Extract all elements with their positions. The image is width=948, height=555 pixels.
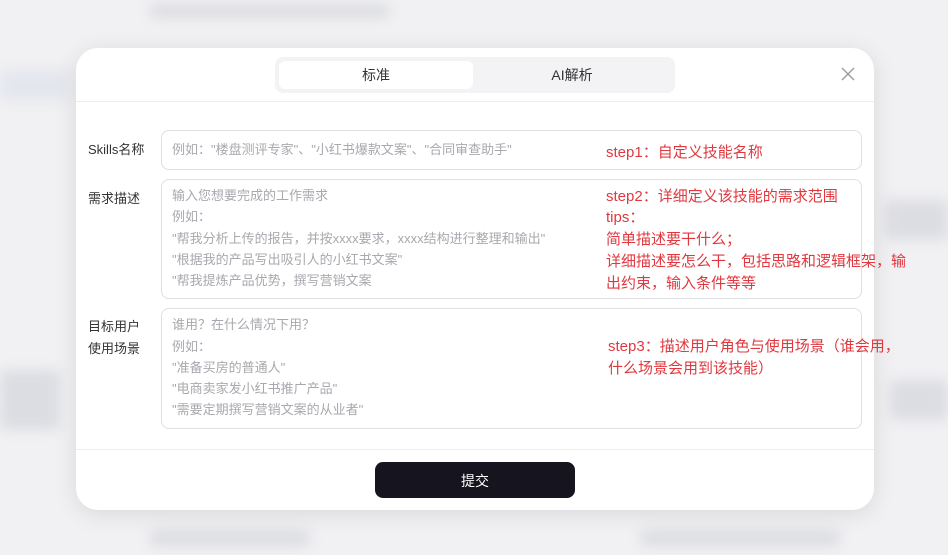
target-textarea[interactable]: 谁用？在什么情况下用？ 例如： "准备买房的普通人" "电商卖家发小红书推广产品… (161, 308, 900, 429)
background-blur (150, 530, 310, 546)
requirement-placeholder-line: 输入您想要完成的工作需求 (172, 188, 329, 203)
target-placeholder-line: "需要定期撰写营销文案的从业者" (172, 402, 364, 417)
footer-divider (76, 449, 874, 450)
skills-name-label: Skills名称 (88, 142, 145, 157)
requirement-textarea[interactable]: 输入您想要完成的工作需求 例如： "帮我分析上传的报告，并按xxxx要求，xxx… (161, 179, 906, 299)
header-divider (76, 101, 874, 102)
tab-ai-parse[interactable]: AI解析 (475, 61, 669, 89)
skills-name-input[interactable]: 例如："楼盘测评专家"、"小红书爆款文案"、"合同审查助手" step1：自定义… (161, 130, 862, 170)
background-blur (0, 370, 60, 430)
step2-annotation-line: 简单描述要干什么； (606, 231, 742, 248)
background-blur (150, 4, 390, 18)
requirement-placeholder-line: "帮我提炼产品优势，撰写营销文案 (172, 273, 372, 288)
step1-annotation: step1：自定义技能名称 (606, 144, 763, 161)
step3-annotation-line: 什么场景会用到该技能） (608, 360, 774, 377)
requirement-placeholder-line: "根据我的产品写出吸引人的小红书文案" (172, 252, 403, 267)
target-placeholder-line: 谁用？在什么情况下用？ (172, 317, 316, 332)
step2-annotation-line: 出约束，输入条件等等 (606, 275, 757, 292)
target-placeholder-line: "电商卖家发小红书推广产品" (172, 381, 338, 396)
step2-annotation-line: tips： (606, 209, 645, 226)
skills-name-placeholder: 例如："楼盘测评专家"、"小红书爆款文案"、"合同审查助手" (172, 142, 512, 157)
target-placeholder-line: 例如： (172, 339, 212, 354)
close-icon[interactable] (840, 66, 856, 82)
step2-annotation-line: 详细描述要怎么干，包括思路和逻辑框架，输 (606, 253, 907, 270)
target-label-line: 使用场景 (88, 341, 141, 356)
tab-standard[interactable]: 标准 (279, 61, 473, 89)
background-blur (890, 380, 948, 420)
submit-button[interactable]: 提交 (375, 462, 575, 498)
create-skill-modal: 标准 AI解析 Skills名称 例如："楼盘测评专家"、"小红书爆款文案"、"… (76, 48, 906, 510)
step2-annotation-line: step2：详细定义该技能的需求范围 (606, 188, 838, 205)
target-placeholder-line: "准备买房的普通人" (172, 360, 286, 375)
requirement-placeholder-line: "帮我分析上传的报告，并按xxxx要求，xxxx结构进行整理和输出" (172, 231, 546, 246)
background-blur (885, 200, 948, 240)
requirement-placeholder-line: 例如： (172, 209, 212, 224)
requirement-label: 需求描述 (88, 191, 141, 206)
background-blur (640, 530, 840, 546)
target-label-line: 目标用户 (88, 319, 141, 334)
mode-tabs: 标准 AI解析 (275, 57, 675, 93)
step3-annotation-line: step3：描述用户角色与使用场景（谁会用， (608, 338, 900, 355)
background-blur (0, 70, 70, 100)
